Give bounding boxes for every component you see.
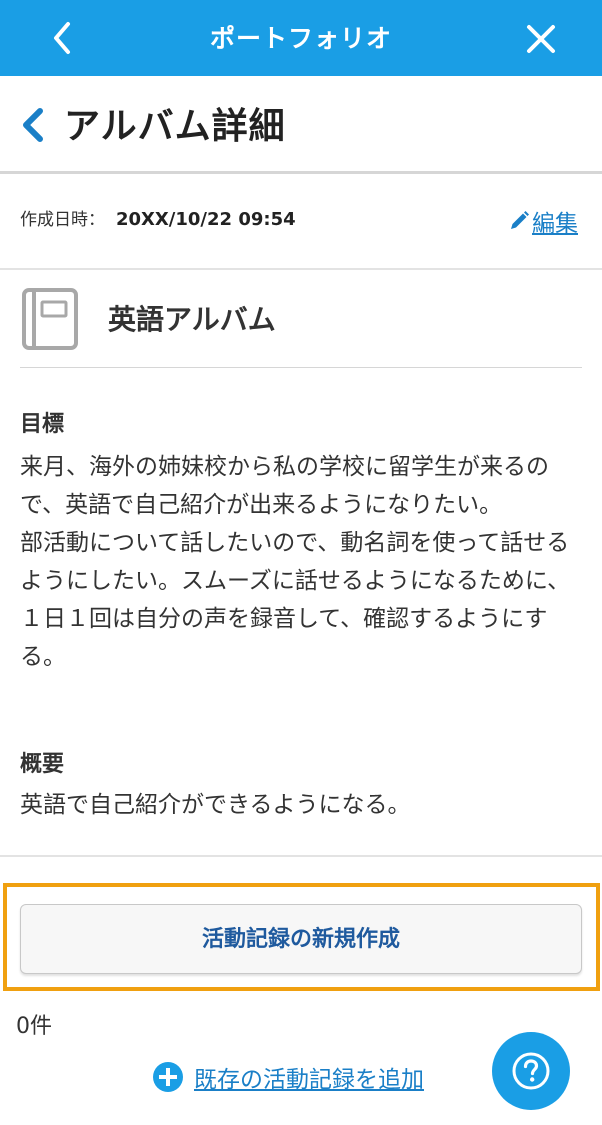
page-back-button[interactable]: [18, 106, 48, 144]
plus-circle-icon: [153, 1062, 183, 1092]
close-button[interactable]: [520, 18, 562, 60]
edit-label: 編集: [532, 211, 578, 237]
chevron-left-icon: [23, 108, 43, 142]
page-title: アルバム詳細: [64, 106, 286, 147]
pencil-icon: [511, 211, 529, 229]
add-existing-label: 既存の活動記録を追加: [194, 1067, 424, 1093]
summary-title: 概要: [20, 752, 65, 777]
summary-text: 英語で自己紹介ができるようになる。: [20, 792, 411, 818]
app-title: ポートフォリオ: [209, 24, 392, 53]
page-header: アルバム詳細: [0, 76, 602, 174]
goal-text: 来月、海外の姉妹校から私の学校に留学生が来るので、英語で自己紹介が出来るようにな…: [20, 454, 571, 670]
help-icon: [512, 1052, 550, 1090]
meta-row: 作成日時： 20XX/10/22 09:54 編集: [0, 174, 602, 270]
top-app-bar: ポートフォリオ: [0, 0, 602, 76]
album-row: 英語アルバム: [20, 270, 582, 368]
close-icon: [527, 25, 555, 53]
created-date-value: 20XX/10/22 09:54: [116, 209, 296, 230]
edit-link[interactable]: 編集: [508, 204, 578, 238]
album-icon: [22, 288, 78, 350]
create-activity-record-button[interactable]: 活動記録の新規作成: [20, 904, 582, 974]
record-count: 0件: [16, 1014, 52, 1039]
created-date-label: 作成日時：: [20, 210, 105, 230]
album-name: 英語アルバム: [108, 303, 276, 336]
add-existing-record-link[interactable]: 既存の活動記録を追加: [152, 1058, 424, 1096]
goal-title: 目標: [20, 412, 65, 437]
help-button[interactable]: [492, 1032, 570, 1110]
divider: [0, 855, 602, 857]
